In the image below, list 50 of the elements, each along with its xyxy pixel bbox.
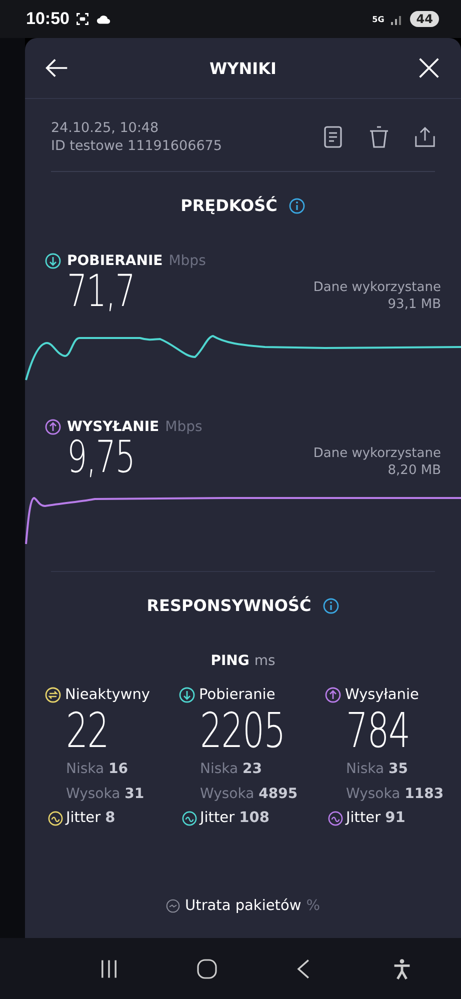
ping-label: PING [210,653,250,669]
home-icon[interactable] [196,958,218,980]
low-ping: Niska 35 [346,760,410,779]
close-icon[interactable] [417,57,441,79]
ping-value: 2205 [200,705,286,757]
metric-label: WYSYŁANIE [67,419,160,435]
screenshot-icon [75,12,90,26]
speed-value: 9,75 [67,435,135,481]
unit-label: ms [254,653,276,669]
test-date: 24.10.25, 10:48 [51,119,160,137]
packet-loss-icon [166,899,180,913]
speed-value: 71,7 [67,269,135,315]
network-type: 5G [372,14,384,24]
high-ping: Wysoka 31 [66,785,146,804]
wave-icon [48,810,63,826]
high-ping: Wysoka 1183 [346,785,444,804]
back-arrow-icon[interactable] [45,57,69,79]
jitter-value: Jitter 8 [66,810,116,826]
unit-label: Mbps [168,253,206,269]
battery-level: 44 [410,11,439,27]
section-heading: PRĘDKOŚĆ [180,196,278,215]
jitter-value: Jitter 108 [200,810,270,826]
low-ping: Niska 16 [66,760,130,779]
trash-icon[interactable] [369,126,389,148]
high-ping: Wysoka 4895 [200,785,299,804]
unit-label: % [306,898,320,914]
data-used-value: 8,20 MB [388,462,441,479]
ping-type-label: Pobieranie [199,687,276,703]
unit-label: Mbps [165,419,202,435]
low-ping: Niska 23 [200,760,264,779]
ping-type-label: Nieaktywny [65,687,150,703]
clock: 10:50 [26,9,70,29]
data-used-label: Dane wykorzystane [313,279,441,296]
info-icon[interactable] [289,198,306,214]
ping-type-label: Wysyłanie [345,687,419,703]
test-id: ID testowe 11191606675 [51,137,223,155]
wave-icon [182,810,197,826]
info-icon[interactable] [323,598,340,614]
ping-value: 22 [66,705,110,757]
page-title: WYNIKI [210,58,276,78]
packet-loss-label: Utrata pakietów [185,898,302,914]
document-icon[interactable] [323,126,343,148]
metric-label: POBIERANIE [67,253,163,269]
share-icon[interactable] [415,126,435,148]
wave-icon [328,810,343,826]
ping-value: 784 [346,705,411,757]
section-heading: RESPONSYWNOŚĆ [146,596,312,615]
jitter-value: Jitter 91 [346,810,406,826]
data-used-label: Dane wykorzystane [313,445,441,462]
data-used-value: 93,1 MB [388,296,441,313]
